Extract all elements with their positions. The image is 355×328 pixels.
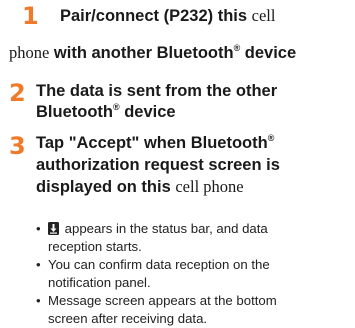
- step-2-text-line-1: The data is sent from the other: [36, 82, 278, 100]
- step-2-text-b: device: [119, 103, 176, 121]
- bullet: •: [36, 293, 41, 308]
- note-1-line-2: reception starts.: [48, 239, 142, 254]
- note-3-line-2: screen after receiving data.: [48, 311, 208, 326]
- step-1-text-a: Pair/connect (P232) this: [60, 7, 252, 25]
- registered-mark: ®: [112, 102, 120, 112]
- step-1-text-b: cell: [251, 6, 276, 25]
- bluetooth-receive-icon: [48, 222, 59, 235]
- note-item: • Message screen appears at the bottom s…: [36, 292, 354, 328]
- step-3-text-b: displayed on this: [36, 178, 176, 196]
- step-2-text-a: Bluetooth: [36, 103, 113, 121]
- note-3-line-1: Message screen appears at the bottom: [48, 293, 277, 308]
- bullet: •: [36, 257, 41, 272]
- note-item: • You can confirm data reception on the …: [36, 256, 354, 292]
- step-3-text-line-3: displayed on this cell phone: [36, 176, 244, 198]
- step-1-text-line-1: Pair/connect (P232) this cell: [60, 5, 275, 27]
- instruction-page: 1 Pair/connect (P232) this cell phone wi…: [0, 0, 355, 326]
- step-3-text-c: cell phone: [175, 177, 244, 196]
- step-2-text-line-2: Bluetooth® device: [36, 101, 176, 123]
- step-2-number: 2: [9, 79, 26, 107]
- note-2-line-1: You can confirm data reception on the: [48, 257, 270, 272]
- step-1-text-d: with another Bluetooth: [49, 44, 234, 62]
- note-2-line-2: notification panel.: [48, 275, 151, 290]
- bullet: •: [36, 221, 41, 236]
- step-3-text-a: Tap "Accept" when Bluetooth: [36, 134, 268, 152]
- step-1-text-line-2: phone with another Bluetooth® device: [9, 42, 296, 64]
- step-3-number: 3: [9, 132, 26, 160]
- note-1-line-1: appears in the status bar, and data: [61, 221, 268, 236]
- notes-list: • appears in the status bar, and data re…: [36, 220, 354, 328]
- step-1-text-c: phone: [9, 43, 50, 62]
- registered-mark: ®: [267, 133, 275, 143]
- step-3-text-line-2: authorization request screen is: [36, 156, 280, 174]
- step-3-text-line-1: Tap "Accept" when Bluetooth®: [36, 132, 274, 154]
- step-1-text-e: device: [240, 44, 297, 62]
- note-item: • appears in the status bar, and data re…: [36, 220, 354, 256]
- step-1-number: 1: [22, 2, 39, 30]
